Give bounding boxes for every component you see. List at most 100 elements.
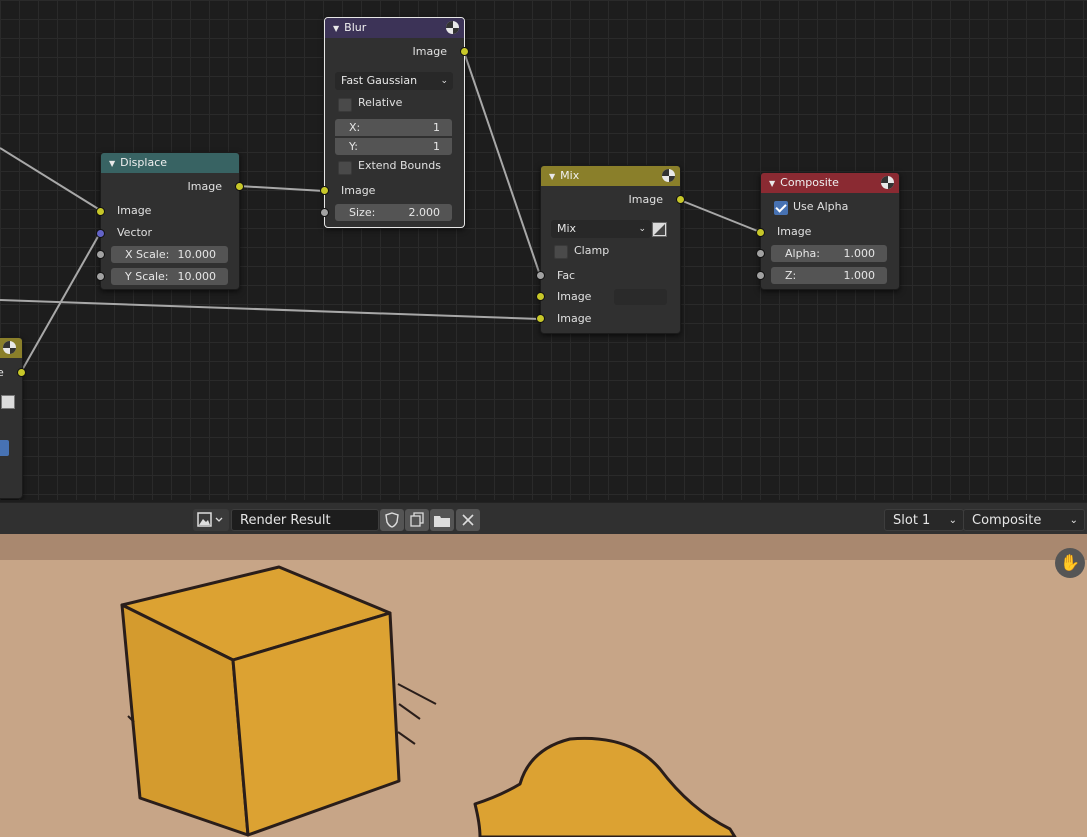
- node-title: Blur: [344, 21, 367, 34]
- node-preview-icon[interactable]: [881, 176, 894, 189]
- collapse-icon[interactable]: ▼: [549, 172, 555, 181]
- displace-output-socket[interactable]: [235, 182, 244, 191]
- displace-vector-socket[interactable]: [96, 229, 105, 238]
- displace-image-socket[interactable]: [96, 207, 105, 216]
- open-image-button[interactable]: [430, 509, 454, 531]
- output-label: Image: [628, 193, 663, 206]
- chevron-down-icon: ⌄: [440, 76, 448, 86]
- x-field[interactable]: X: 1: [335, 119, 452, 136]
- blue-field[interactable]: [0, 440, 9, 456]
- mix-node[interactable]: ▼ Mix Image Mix ⌄ Clamp Fac Image Image: [540, 165, 681, 334]
- input-image2-label: Image: [557, 312, 592, 325]
- image-name-field[interactable]: Render Result: [231, 509, 379, 531]
- fac-label: Fac: [557, 269, 576, 282]
- close-icon: [462, 514, 474, 526]
- node-preview-icon[interactable]: [446, 21, 459, 34]
- chevron-down-icon: ⌄: [638, 224, 646, 234]
- field-label: X:: [349, 121, 361, 134]
- image-icon[interactable]: [1, 395, 15, 409]
- collapse-icon[interactable]: ▼: [109, 159, 115, 168]
- composite-node[interactable]: ▼ Composite Use Alpha Image Alpha: 1.000 …: [760, 172, 900, 290]
- use-alpha-toggle-icon[interactable]: [652, 222, 667, 237]
- field-label: Y Scale:: [125, 270, 169, 283]
- layer-dropdown[interactable]: Composite ⌄: [963, 509, 1085, 531]
- collapse-icon[interactable]: ▼: [333, 24, 339, 33]
- image-editor-header: Render Result Slot 1 ⌄ Composite ⌄: [0, 502, 1087, 535]
- editor-type-button[interactable]: [193, 509, 229, 531]
- output-label: Image: [187, 180, 222, 193]
- use-alpha-checkbox[interactable]: [774, 201, 788, 215]
- displace-xscale-socket[interactable]: [96, 250, 105, 259]
- fake-user-button[interactable]: [380, 509, 404, 531]
- partial-output-label: e: [0, 366, 4, 379]
- composite-alpha-socket[interactable]: [756, 249, 765, 258]
- field-label: Alpha:: [785, 247, 820, 260]
- field-value: 1.000: [843, 269, 876, 282]
- extend-bounds-checkbox[interactable]: [338, 161, 352, 175]
- color-swatch[interactable]: [614, 289, 667, 305]
- node-title: Mix: [560, 169, 580, 182]
- dropdown-value: Composite: [972, 513, 1042, 528]
- clamp-label: Clamp: [574, 244, 610, 257]
- dropdown-value: Fast Gaussian: [341, 74, 418, 87]
- field-label: X Scale:: [125, 248, 170, 261]
- mix-image1-socket[interactable]: [536, 292, 545, 301]
- collapse-icon[interactable]: ▼: [769, 179, 775, 188]
- composite-image-socket[interactable]: [756, 228, 765, 237]
- pan-hand-icon[interactable]: ✋: [1055, 548, 1085, 578]
- field-label: Z:: [785, 269, 797, 282]
- node-preview-icon[interactable]: [662, 169, 675, 182]
- x-scale-field[interactable]: X Scale: 10.000: [111, 246, 228, 263]
- blur-size-socket[interactable]: [320, 208, 329, 217]
- y-scale-field[interactable]: Y Scale: 10.000: [111, 268, 228, 285]
- input-image-label: Image: [117, 204, 152, 217]
- output-label: Image: [412, 45, 447, 58]
- blend-type-dropdown[interactable]: Mix ⌄: [551, 220, 651, 238]
- mix-image2-socket[interactable]: [536, 314, 545, 323]
- dropdown-value: Mix: [557, 222, 577, 235]
- composite-z-socket[interactable]: [756, 271, 765, 280]
- duplicate-icon: [410, 512, 424, 527]
- input-image-label: Image: [341, 184, 376, 197]
- unlink-button[interactable]: [456, 509, 480, 531]
- partial-left-node[interactable]: e: [0, 337, 23, 499]
- node-title: Displace: [120, 156, 168, 169]
- slot-dropdown[interactable]: Slot 1 ⌄: [884, 509, 964, 531]
- relative-checkbox[interactable]: [338, 98, 352, 112]
- input-vector-label: Vector: [117, 226, 153, 239]
- node-preview-icon[interactable]: [3, 341, 16, 354]
- image-editor-icon: [197, 512, 223, 527]
- input-image1-label: Image: [557, 290, 592, 303]
- relative-label: Relative: [358, 96, 403, 109]
- filter-type-dropdown[interactable]: Fast Gaussian ⌄: [335, 72, 453, 90]
- blur-output-socket[interactable]: [460, 47, 469, 56]
- render-image: [0, 534, 1087, 837]
- partial-output-socket[interactable]: [17, 368, 26, 377]
- displace-yscale-socket[interactable]: [96, 272, 105, 281]
- chevron-down-icon: ⌄: [1069, 515, 1078, 526]
- blur-node[interactable]: ▼ Blur Image Fast Gaussian ⌄ Relative X: …: [324, 17, 465, 228]
- field-value: 1: [433, 140, 440, 153]
- z-field[interactable]: Z: 1.000: [771, 267, 887, 284]
- node-title: Composite: [780, 176, 839, 189]
- render-result-view[interactable]: ✋: [0, 534, 1087, 837]
- field-value: 2.000: [408, 206, 441, 219]
- field-value: 10.000: [177, 270, 217, 283]
- alpha-field[interactable]: Alpha: 1.000: [771, 245, 887, 262]
- mix-output-socket[interactable]: [676, 195, 685, 204]
- image-alpha-icon: [654, 224, 665, 235]
- blur-image-socket[interactable]: [320, 186, 329, 195]
- use-alpha-label: Use Alpha: [793, 200, 849, 213]
- displace-node[interactable]: ▼ Displace Image Image Vector X Scale: 10…: [100, 152, 240, 290]
- field-label: Size:: [349, 206, 376, 219]
- node-editor[interactable]: e ▼ Displace Image Image Vector X Scale: …: [0, 0, 1087, 500]
- mix-fac-socket[interactable]: [536, 271, 545, 280]
- chevron-down-icon: ⌄: [948, 515, 957, 526]
- field-value: 1.000: [843, 247, 876, 260]
- field-label: Y:: [349, 140, 358, 153]
- size-field[interactable]: Size: 2.000: [335, 204, 452, 221]
- fake-user-shield-icon: [385, 512, 399, 528]
- clamp-checkbox[interactable]: [554, 245, 568, 259]
- duplicate-button[interactable]: [405, 509, 429, 531]
- y-field[interactable]: Y: 1: [335, 138, 452, 155]
